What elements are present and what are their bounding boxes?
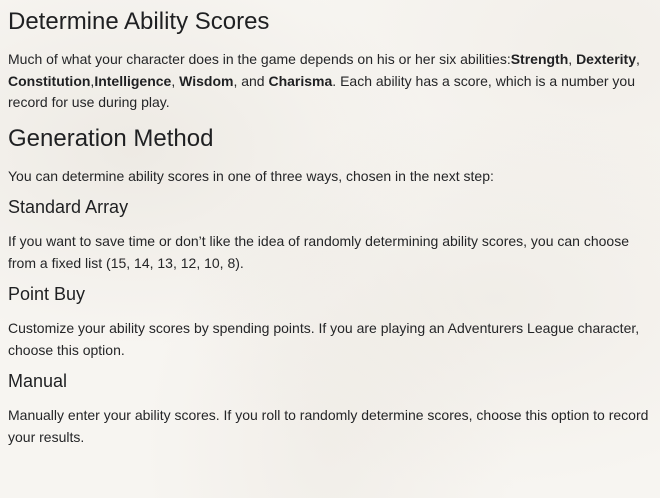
page-title: Determine Ability Scores	[8, 8, 270, 35]
generation-method-text: You can determine ability scores in one …	[8, 167, 494, 184]
intro-paragraph: Much of what your character does in the …	[8, 49, 652, 114]
intro-text-before: Much of what your character does in the …	[8, 51, 511, 67]
standard-array-heading: Standard Array	[8, 197, 129, 217]
ability-constitution: Constitution	[8, 72, 91, 89]
page-content: Determine Ability Scores Much of what yo…	[0, 0, 660, 498]
ability-charisma: Charisma	[268, 72, 333, 89]
ability-intelligence: Intelligence	[94, 72, 172, 89]
separator: ,	[171, 72, 180, 89]
separator: , and	[233, 72, 269, 89]
separator: ,	[635, 51, 640, 67]
standard-array-description: If you want to save time or don’t like t…	[8, 233, 629, 271]
ability-wisdom: Wisdom	[179, 72, 234, 89]
ability-strength: Strength	[510, 51, 569, 67]
point-buy-heading: Point Buy	[8, 284, 86, 304]
generation-method-heading: Generation Method	[8, 124, 214, 152]
manual-heading: Manual	[8, 371, 68, 391]
point-buy-description: Customize your ability scores by spendin…	[8, 320, 640, 358]
manual-description: Manually enter your ability scores. If y…	[8, 407, 649, 445]
ability-dexterity: Dexterity	[576, 51, 636, 67]
separator: ,	[568, 51, 577, 67]
